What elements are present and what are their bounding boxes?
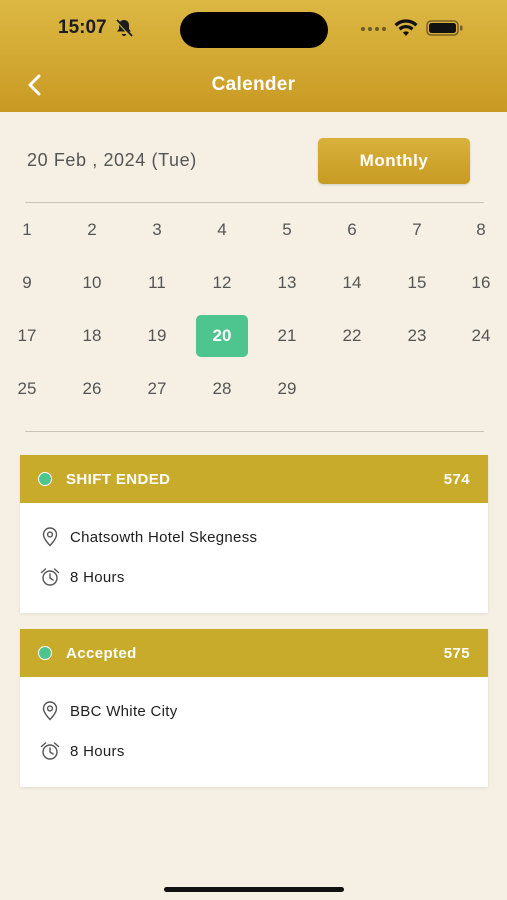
- selected-date-label: 20 Feb , 2024 (Tue): [27, 150, 197, 170]
- calendar-day[interactable]: 18: [66, 315, 118, 357]
- calendar-day[interactable]: 6: [326, 209, 378, 251]
- calendar-day[interactable]: 17: [1, 315, 53, 357]
- divider-top: [25, 202, 484, 203]
- calendar-day[interactable]: 21: [261, 315, 313, 357]
- calendar-day[interactable]: 19: [131, 315, 183, 357]
- calendar-day[interactable]: 5: [261, 209, 313, 251]
- monthly-view-button[interactable]: Monthly: [318, 138, 470, 184]
- home-indicator[interactable]: [164, 887, 344, 892]
- wifi-icon: [394, 19, 418, 36]
- calendar-day[interactable]: 10: [66, 262, 118, 304]
- shift-location-row: Chatsowth Hotel Skegness: [20, 517, 488, 557]
- shift-duration: 8 Hours: [70, 568, 125, 586]
- calendar-day[interactable]: 11: [131, 262, 183, 304]
- shift-duration: 8 Hours: [70, 742, 125, 760]
- status-time: 15:07: [58, 17, 107, 38]
- calendar-day[interactable]: 28: [196, 368, 248, 410]
- calendar-day[interactable]: 25: [1, 368, 53, 410]
- status-dot-icon: [38, 472, 52, 486]
- calendar-day[interactable]: 8: [455, 209, 507, 251]
- calendar-day[interactable]: 24: [455, 315, 507, 357]
- shift-duration-row: 8 Hours: [20, 557, 488, 597]
- calendar-day[interactable]: 16: [455, 262, 507, 304]
- shift-card[interactable]: Accepted 575 BBC White City 8 Hours: [20, 629, 488, 787]
- calendar-day[interactable]: 29: [261, 368, 313, 410]
- calendar-day[interactable]: 26: [66, 368, 118, 410]
- shift-card-header: Accepted 575: [20, 629, 488, 677]
- calendar-day[interactable]: 1: [1, 209, 53, 251]
- calendar-day[interactable]: 14: [326, 262, 378, 304]
- shift-location: Chatsowth Hotel Skegness: [70, 528, 258, 546]
- battery-icon: [426, 20, 463, 36]
- calendar-day[interactable]: 27: [131, 368, 183, 410]
- shift-status: SHIFT ENDED: [66, 470, 171, 488]
- dynamic-island: [180, 12, 328, 48]
- divider-bottom: [25, 431, 484, 432]
- calendar-day[interactable]: 7: [391, 209, 443, 251]
- location-pin-icon: [42, 527, 58, 547]
- calendar-day[interactable]: 9: [1, 262, 53, 304]
- app-header: 15:07 Calender: [0, 0, 507, 112]
- shift-card[interactable]: SHIFT ENDED 574 Chatsowth Hotel Skegness…: [20, 455, 488, 613]
- bell-off-icon: [115, 19, 133, 38]
- shift-card-header: SHIFT ENDED 574: [20, 455, 488, 503]
- shift-location-row: BBC White City: [20, 691, 488, 731]
- calendar-day[interactable]: 4: [196, 209, 248, 251]
- status-dot-icon: [38, 646, 52, 660]
- calendar-day-selected[interactable]: 20: [196, 315, 248, 357]
- calendar-day[interactable]: 2: [66, 209, 118, 251]
- shift-duration-row: 8 Hours: [20, 731, 488, 771]
- calendar-day[interactable]: 22: [326, 315, 378, 357]
- calendar-day[interactable]: 15: [391, 262, 443, 304]
- shift-location: BBC White City: [70, 702, 178, 720]
- location-pin-icon: [42, 701, 58, 721]
- alarm-clock-icon: [40, 742, 60, 760]
- calendar-day[interactable]: 12: [196, 262, 248, 304]
- shift-id: 575: [443, 644, 470, 662]
- page-title: Calender: [211, 74, 296, 95]
- alarm-clock-icon: [40, 568, 60, 586]
- calendar-day[interactable]: 23: [391, 315, 443, 357]
- shift-id: 574: [443, 470, 470, 488]
- calendar-day[interactable]: 3: [131, 209, 183, 251]
- calendar-day[interactable]: 13: [261, 262, 313, 304]
- signal-icon: [361, 27, 386, 31]
- shift-status: Accepted: [66, 644, 137, 662]
